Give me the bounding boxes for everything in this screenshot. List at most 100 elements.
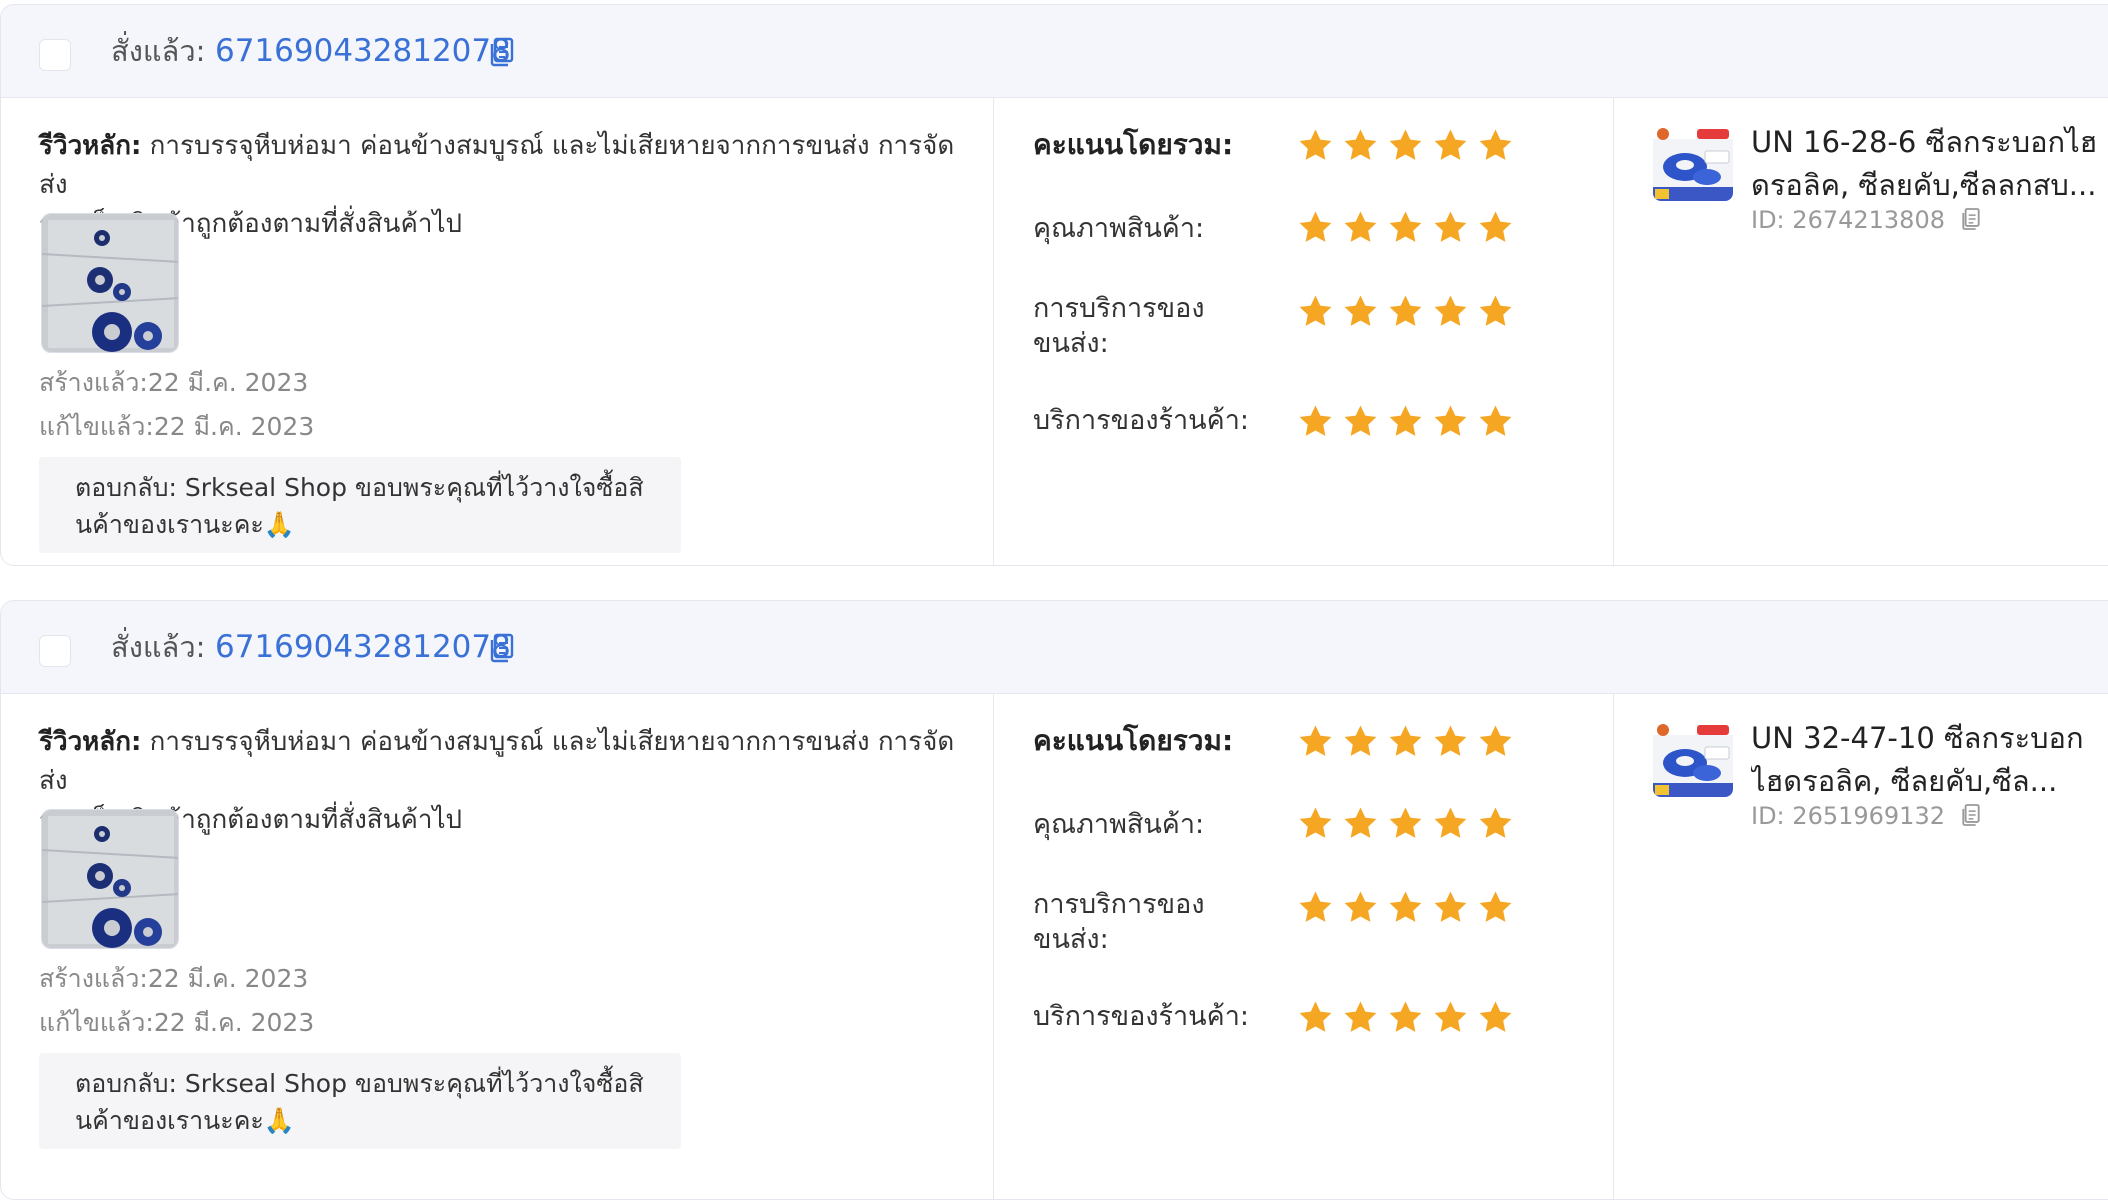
star-icon — [1434, 725, 1467, 756]
product-title-line: UN 16-28-6 ซีลกระบอกไฮ — [1751, 125, 2098, 159]
star-icon — [1434, 405, 1467, 436]
reply-line: นค้าของเรานะคะ🙏 — [75, 510, 295, 539]
shipping-rating-label: การบริการของ ขนส่ง: — [1033, 887, 1205, 957]
product-title-line: UN 32-47-10 ซีลกระบอก — [1751, 721, 2084, 755]
seal-photo-image — [42, 810, 178, 948]
id-value: 2651969132 — [1792, 802, 1945, 830]
review-line: การบรรจุหีบห่อมา ค่อนข้างสมบูรณ์ และไม่เ… — [39, 727, 955, 796]
star-icon — [1344, 725, 1377, 756]
shipping-label-line: ขนส่ง: — [1033, 328, 1109, 359]
star-icon — [1389, 891, 1422, 922]
overall-stars — [1297, 127, 1522, 167]
product-id: ID: 2674213808 — [1751, 205, 1981, 235]
product-title[interactable]: UN 32-47-10 ซีลกระบอก ไฮดรอลิค, ซีลยคับ,… — [1751, 717, 2108, 803]
star-icon — [1299, 891, 1332, 922]
reply-prefix: ตอบกลับ: — [75, 1069, 177, 1098]
star-icon — [1479, 725, 1512, 756]
main-review-label: รีวิวหลัก: — [39, 727, 142, 757]
review-photo-thumbnail[interactable] — [41, 213, 179, 353]
review-card: สั่งแล้ว: 671690432812078 รีวิวหลัก: การ… — [0, 600, 2108, 1200]
star-icon — [1434, 1001, 1467, 1032]
review-line: การบรรจุหีบห่อมา ค่อนข้างสมบูรณ์ และไม่เ… — [39, 131, 955, 200]
quality-stars — [1297, 805, 1522, 845]
order-id-link[interactable]: 671690432812078 — [215, 629, 511, 665]
product-thumbnail[interactable] — [1653, 721, 1733, 797]
id-prefix: ID: — [1751, 802, 1785, 830]
select-checkbox[interactable] — [39, 39, 71, 71]
created-value: 22 มี.ค. 2023 — [147, 964, 309, 993]
seal-photo-image — [42, 214, 178, 352]
star-icon — [1389, 129, 1422, 160]
star-icon — [1389, 1001, 1422, 1032]
quality-rating-label: คุณภาพสินค้า: — [1033, 213, 1205, 244]
review-photo-thumbnail[interactable] — [41, 809, 179, 949]
shipping-label-line: ขนส่ง: — [1033, 924, 1109, 955]
edited-date: แก้ไขแล้ว:22 มี.ค. 2023 — [39, 411, 314, 443]
card-header: สั่งแล้ว: 671690432812078 — [1, 601, 2108, 694]
created-prefix: สร้างแล้ว: — [39, 368, 148, 397]
created-value: 22 มี.ค. 2023 — [147, 368, 309, 397]
product-title[interactable]: UN 16-28-6 ซีลกระบอกไฮ ดรอลิค, ซีลยคับ,ซ… — [1751, 121, 2108, 207]
star-icon — [1479, 129, 1512, 160]
quality-rating-label: คุณภาพสินค้า: — [1033, 809, 1205, 840]
created-date: สร้างแล้ว:22 มี.ค. 2023 — [39, 963, 308, 995]
star-icon — [1479, 1001, 1512, 1032]
star-icon — [1479, 807, 1512, 838]
star-icon — [1479, 405, 1512, 436]
ordered-label: สั่งแล้ว: — [111, 630, 206, 664]
reply-line: Srkseal Shop ขอบพระคุณที่ไว้วางใจซื้อสิ — [184, 473, 644, 502]
star-icon — [1434, 807, 1467, 838]
star-icon — [1434, 129, 1467, 160]
id-value: 2674213808 — [1792, 206, 1945, 234]
copy-icon[interactable] — [1961, 207, 1981, 231]
star-icon — [1389, 807, 1422, 838]
star-icon — [1479, 211, 1512, 242]
edited-value: 22 มี.ค. 2023 — [153, 412, 315, 441]
star-icon — [1344, 295, 1377, 326]
star-icon — [1299, 129, 1332, 160]
overall-rating-label: คะแนนโดยรวม: — [1033, 724, 1234, 757]
shop-service-stars — [1297, 999, 1522, 1039]
product-id: ID: 2651969132 — [1751, 801, 1981, 831]
star-icon — [1344, 891, 1377, 922]
overall-stars — [1297, 723, 1522, 763]
shipping-rating-label: การบริการของ ขนส่ง: — [1033, 291, 1205, 361]
column-divider — [993, 693, 994, 1199]
seller-reply: ตอบกลับ: Srkseal Shop ขอบพระคุณที่ไว้วาง… — [39, 457, 681, 553]
column-divider — [993, 97, 994, 565]
reply-line: Srkseal Shop ขอบพระคุณที่ไว้วางใจซื้อสิ — [184, 1069, 644, 1098]
star-icon — [1299, 295, 1332, 326]
star-icon — [1479, 295, 1512, 326]
product-image — [1653, 721, 1733, 797]
copy-icon[interactable] — [489, 633, 515, 663]
select-checkbox[interactable] — [39, 635, 71, 667]
reply-text: ตอบกลับ: Srkseal Shop ขอบพระคุณที่ไว้วาง… — [75, 1065, 675, 1139]
id-prefix: ID: — [1751, 206, 1785, 234]
column-divider — [1613, 97, 1614, 565]
edited-prefix: แก้ไขแล้ว: — [39, 412, 154, 441]
product-title-line: ไฮดรอลิค, ซีลยคับ,ซีล... — [1751, 764, 2058, 798]
star-icon — [1434, 211, 1467, 242]
card-header: สั่งแล้ว: 671690432812078 — [1, 5, 2108, 98]
shipping-stars — [1297, 889, 1522, 929]
copy-icon[interactable] — [1961, 803, 1981, 827]
created-prefix: สร้างแล้ว: — [39, 964, 148, 993]
order-id-link[interactable]: 671690432812078 — [215, 33, 511, 69]
reply-text: ตอบกลับ: Srkseal Shop ขอบพระคุณที่ไว้วาง… — [75, 469, 675, 543]
star-icon — [1344, 405, 1377, 436]
product-thumbnail[interactable] — [1653, 125, 1733, 201]
shop-service-rating-label: บริการของร้านค้า: — [1033, 1001, 1249, 1032]
reply-prefix: ตอบกลับ: — [75, 473, 177, 502]
shop-service-rating-label: บริการของร้านค้า: — [1033, 405, 1249, 436]
star-icon — [1344, 807, 1377, 838]
quality-stars — [1297, 209, 1522, 249]
edited-date: แก้ไขแล้ว:22 มี.ค. 2023 — [39, 1007, 314, 1039]
star-icon — [1344, 1001, 1377, 1032]
star-icon — [1389, 211, 1422, 242]
star-icon — [1299, 1001, 1332, 1032]
star-icon — [1299, 211, 1332, 242]
edited-value: 22 มี.ค. 2023 — [153, 1008, 315, 1037]
edited-prefix: แก้ไขแล้ว: — [39, 1008, 154, 1037]
star-icon — [1299, 807, 1332, 838]
copy-icon[interactable] — [489, 37, 515, 67]
